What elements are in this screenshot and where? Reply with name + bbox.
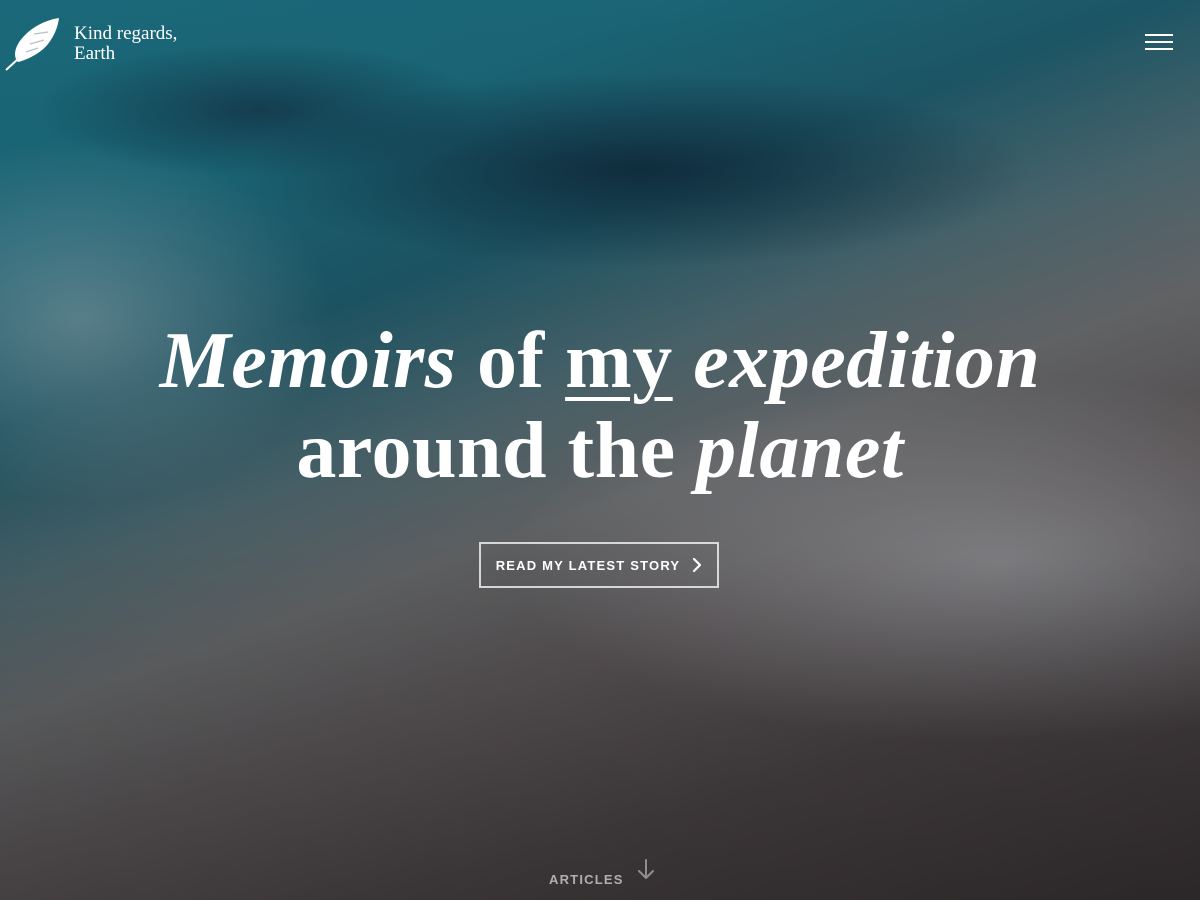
read-latest-story-button[interactable]: READ MY LATEST STORY — [479, 542, 719, 588]
feather-icon — [4, 16, 62, 72]
hamburger-menu-icon[interactable] — [1145, 34, 1173, 52]
site-logo[interactable]: Kind regards, Earth — [4, 16, 177, 72]
headline-words-around-the: around the — [296, 407, 676, 495]
headline-word-planet: planet — [696, 407, 904, 495]
articles-scroll-link[interactable]: ARTICLES — [549, 858, 656, 887]
brand-line-1: Kind regards, — [74, 23, 178, 44]
brand-name: Kind regards, Earth — [74, 24, 177, 64]
headline-word-expedition: expedition — [693, 317, 1041, 405]
headline-word-memoirs: Memoirs — [159, 317, 457, 405]
site-header: Kind regards, Earth — [0, 0, 1200, 80]
arrow-down-icon — [624, 858, 656, 882]
headline-line-2: around the planet — [0, 406, 1200, 496]
hero-headline: Memoirs of my expedition around the plan… — [0, 316, 1200, 496]
headline-word-of: of — [476, 317, 545, 405]
brand-line-2: Earth — [74, 43, 116, 64]
chevron-right-icon — [680, 557, 702, 573]
headline-line-1: Memoirs of my expedition — [0, 316, 1200, 406]
articles-label: ARTICLES — [549, 872, 624, 887]
headline-word-my: my — [565, 317, 673, 405]
cta-label: READ MY LATEST STORY — [495, 557, 681, 573]
